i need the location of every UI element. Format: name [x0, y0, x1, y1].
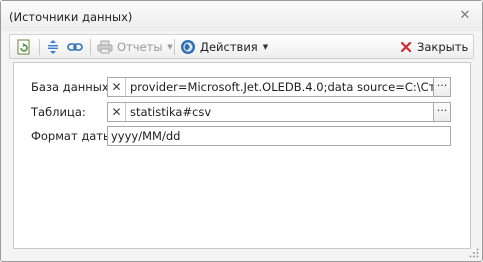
table-value: statistika#csv — [130, 105, 212, 119]
printer-icon — [97, 40, 113, 54]
resize-grip-icon[interactable] — [469, 248, 479, 258]
reports-button[interactable]: Отчеты ▼ — [97, 38, 173, 56]
table-label: Таблица: — [31, 105, 86, 119]
expand-vertical-icon — [48, 40, 58, 54]
reports-label: Отчеты — [117, 40, 163, 54]
date-format-value: yyyy/MM/dd — [111, 129, 181, 143]
window-close-icon[interactable]: ✕ — [458, 9, 472, 23]
database-label: База данных: — [31, 80, 113, 94]
chevron-down-icon: ▼ — [167, 43, 173, 51]
link-icon — [67, 43, 83, 51]
toolbar: Отчеты ▼ Действия ▼ Закрыть — [9, 34, 474, 59]
database-field[interactable]: ✕ provider=Microsoft.Jet.OLEDB.4.0;data … — [107, 77, 434, 97]
globe-icon — [181, 40, 195, 54]
toolbar-separator — [90, 39, 91, 55]
date-format-field[interactable]: yyyy/MM/dd — [107, 126, 451, 146]
database-value: provider=Microsoft.Jet.OLEDB.4.0;data so… — [130, 80, 433, 94]
refresh-icon — [17, 39, 30, 55]
table-browse-button[interactable]: ··· — [434, 102, 451, 122]
table-field[interactable]: ✕ statistika#csv — [107, 102, 434, 122]
data-sources-window: (Источники данных) ✕ Отчеты ▼ Действия ▼… — [0, 0, 483, 262]
refresh-button[interactable] — [16, 38, 34, 56]
actions-label: Действия — [200, 40, 258, 54]
title-bar[interactable]: (Источники данных) ✕ — [1, 1, 482, 31]
close-icon — [400, 41, 412, 53]
database-browse-button[interactable]: ··· — [434, 77, 451, 97]
close-button[interactable]: Закрыть — [400, 38, 468, 56]
chevron-down-icon: ▼ — [262, 43, 269, 51]
clear-icon[interactable]: ✕ — [108, 103, 126, 121]
link-button[interactable] — [67, 38, 85, 56]
toolbar-separator — [174, 39, 175, 55]
actions-button[interactable]: Действия ▼ — [180, 38, 268, 56]
window-title: (Источники данных) — [9, 10, 133, 24]
date-format-label: Формат даты: — [31, 129, 116, 143]
clear-icon[interactable]: ✕ — [108, 78, 126, 96]
form-panel: База данных: ✕ provider=Microsoft.Jet.OL… — [13, 62, 471, 249]
close-label: Закрыть — [417, 40, 469, 54]
expand-button[interactable] — [46, 38, 62, 56]
toolbar-separator — [39, 39, 40, 55]
